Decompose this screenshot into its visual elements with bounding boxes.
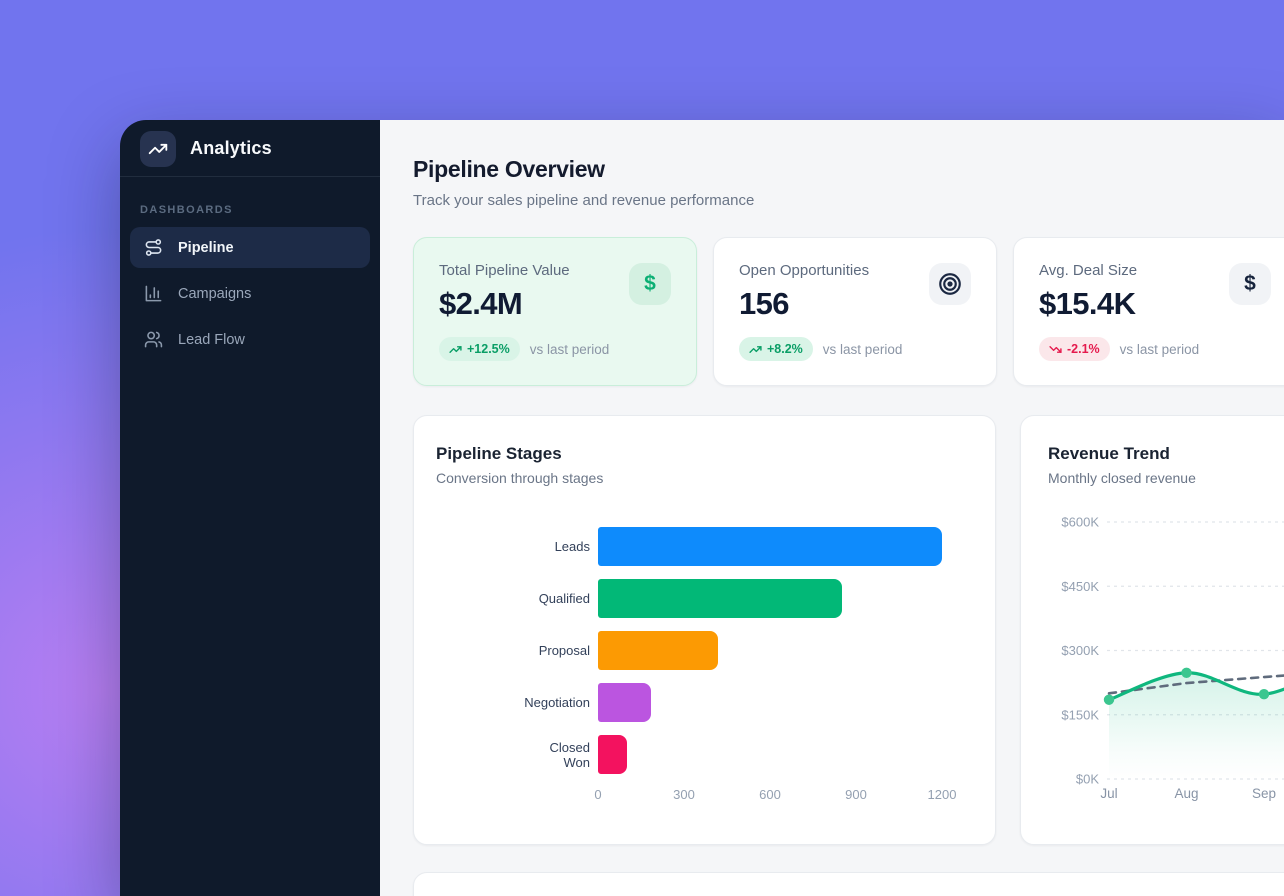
page-title: Pipeline Overview	[413, 156, 1284, 182]
x-tick-label: Aug	[1174, 786, 1198, 801]
bar-leads[interactable]	[598, 527, 942, 566]
x-tick-label: 1200	[928, 787, 957, 802]
kpi-delta-row: -2.1% vs last period	[1039, 337, 1271, 361]
trending-down-icon	[1049, 343, 1062, 356]
kpi-delta-row: +8.2% vs last period	[739, 337, 971, 361]
bar-row: Proposal	[436, 631, 973, 670]
x-tick-label: 900	[845, 787, 867, 802]
delta-badge: +8.2%	[739, 337, 813, 361]
target-circles	[937, 271, 963, 297]
bar-proposal[interactable]	[598, 631, 718, 670]
delta-badge: -2.1%	[1039, 337, 1110, 361]
delta-value: +8.2%	[767, 342, 803, 356]
app-title: Analytics	[190, 138, 272, 159]
analytics-logo-icon	[140, 131, 176, 167]
kpi-row: Total Pipeline Value $2.4M $ +12.5% vs l…	[413, 237, 1284, 386]
dollar-icon: $	[629, 263, 671, 305]
bar-category-label: Qualified	[436, 591, 590, 606]
sidebar-item-campaigns[interactable]: Campaigns	[130, 273, 370, 314]
x-tick-label: Jul	[1100, 786, 1117, 801]
y-tick-label: $0K	[1076, 772, 1099, 787]
delta-value: +12.5%	[467, 342, 510, 356]
users-icon	[144, 330, 163, 349]
bar-row: Negotiation	[436, 683, 973, 722]
bar-closed-won[interactable]	[598, 735, 627, 774]
bar-chart-icon	[144, 284, 163, 303]
compare-label: vs last period	[1120, 342, 1200, 357]
y-tick-label: $150K	[1061, 707, 1099, 722]
horizontal-bar-chart: Leads Qualified Proposal Negotiation Closed …	[436, 527, 973, 774]
kpi-delta-row: +12.5% vs last period	[439, 337, 671, 361]
bar-category-label: Closed Won	[436, 740, 590, 770]
revenue-point[interactable]	[1259, 689, 1269, 699]
x-tick-label: 600	[759, 787, 781, 802]
revenue-point[interactable]	[1104, 695, 1114, 705]
chart-subtitle: Conversion through stages	[436, 470, 973, 486]
revenue-trend-card: Revenue Trend Monthly closed revenue $60…	[1020, 415, 1284, 845]
sidebar-section-label: DASHBOARDS	[140, 204, 360, 216]
bar-track	[598, 683, 973, 722]
bar-row: Closed Won	[436, 735, 973, 774]
bar-qualified[interactable]	[598, 579, 842, 618]
bar-category-label: Proposal	[436, 643, 590, 658]
bar-category-label: Leads	[436, 539, 590, 554]
logo-row: Analytics	[120, 120, 380, 177]
bar-row: Qualified	[436, 579, 973, 618]
bar-chart-x-axis: 03006009001200	[598, 787, 973, 805]
sidebar-item-label: Campaigns	[178, 286, 251, 302]
bar-track	[598, 735, 973, 774]
charts-row: Pipeline Stages Conversion through stage…	[413, 415, 1284, 845]
bar-track	[598, 631, 973, 670]
kpi-card-total-pipeline-value[interactable]: Total Pipeline Value $2.4M $ +12.5% vs l…	[413, 237, 697, 386]
delta-badge: +12.5%	[439, 337, 520, 361]
bar-category-label: Negotiation	[436, 695, 590, 710]
app-window: Analytics DASHBOARDS Pipeline Campaigns	[120, 120, 1284, 896]
line-chart: $600K $450K $300K $150K $0KJul Aug Sep	[1021, 416, 1284, 845]
delta-value: -2.1%	[1067, 342, 1100, 356]
bottom-card-partial	[413, 872, 1284, 896]
trending-up-icon	[749, 343, 762, 356]
kpi-card-avg-deal-size[interactable]: Avg. Deal Size $15.4K $ -2.1% vs last pe…	[1013, 237, 1284, 386]
dollar-glyph: $	[1244, 272, 1256, 296]
dollar-icon: $	[1229, 263, 1271, 305]
target-icon	[929, 263, 971, 305]
y-tick-label: $300K	[1061, 643, 1099, 658]
page-subtitle: Track your sales pipeline and revenue pe…	[413, 191, 1284, 210]
revenue-point[interactable]	[1181, 668, 1191, 678]
bar-track	[598, 579, 973, 618]
bar-track	[598, 527, 973, 566]
x-tick-label: 0	[594, 787, 601, 802]
chart-title: Pipeline Stages	[436, 444, 973, 464]
sidebar: Analytics DASHBOARDS Pipeline Campaigns	[120, 120, 380, 896]
sidebar-item-lead-flow[interactable]: Lead Flow	[130, 319, 370, 360]
compare-label: vs last period	[823, 342, 903, 357]
sidebar-item-label: Lead Flow	[178, 332, 245, 348]
sidebar-item-pipeline[interactable]: Pipeline	[130, 227, 370, 268]
sidebar-item-label: Pipeline	[178, 240, 234, 256]
compare-label: vs last period	[530, 342, 610, 357]
x-tick-label: Sep	[1252, 786, 1276, 801]
sidebar-nav: Pipeline Campaigns Lead Flow	[120, 227, 380, 360]
desktop-background: Analytics DASHBOARDS Pipeline Campaigns	[0, 0, 1284, 896]
y-tick-label: $450K	[1061, 579, 1099, 594]
route-icon	[144, 238, 163, 257]
trending-up-icon	[449, 343, 462, 356]
bar-negotiation[interactable]	[598, 683, 651, 722]
bar-row: Leads	[436, 527, 973, 566]
pipeline-stages-card: Pipeline Stages Conversion through stage…	[413, 415, 996, 845]
main-content: Pipeline Overview Track your sales pipel…	[380, 120, 1284, 896]
x-tick-label: 300	[673, 787, 695, 802]
dollar-glyph: $	[644, 272, 656, 296]
y-tick-label: $600K	[1061, 515, 1099, 530]
kpi-card-open-opportunities[interactable]: Open Opportunities 156 +8.2% vs last per…	[713, 237, 997, 386]
trending-up-icon	[148, 139, 168, 159]
